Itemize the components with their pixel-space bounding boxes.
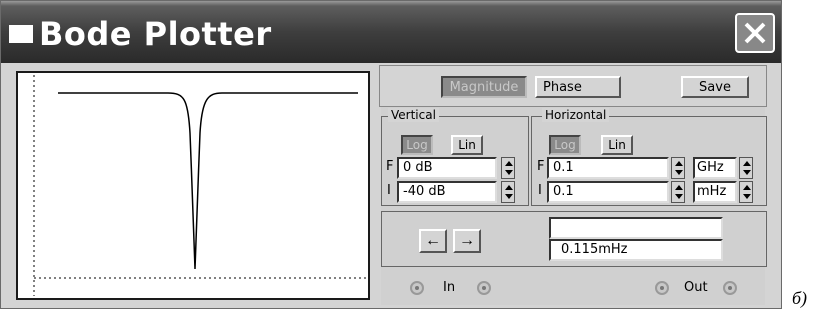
figure-caption: б) [792,288,808,308]
bode-curve [33,75,366,296]
vertical-log-button[interactable]: Log [401,135,433,155]
horizontal-initial-letter: I [538,183,542,198]
vertical-lin-button[interactable]: Lin [451,135,483,155]
horizontal-initial-unit[interactable]: mHz [693,181,737,203]
in-plus-terminal[interactable] [410,281,424,295]
horizontal-initial-field[interactable]: 0.1 [547,181,669,203]
magnitude-trace [58,92,358,270]
vertical-final-field[interactable]: 0 dB [397,157,497,179]
phase-button[interactable]: Phase [535,76,621,98]
vertical-label: Vertical [388,108,439,122]
vertical-initial-letter: I [387,183,391,198]
readout-frequency-field: 0.115mHz [549,239,723,261]
out-label: Out [684,280,708,295]
arrow-left-icon: ← [425,232,441,249]
magnitude-button[interactable]: Magnitude [441,76,527,98]
cursor-left-button[interactable]: ← [419,229,447,253]
title-bar[interactable]: Bode Plotter [1,1,781,63]
horizontal-lin-button[interactable]: Lin [601,135,633,155]
window-title: Bode Plotter [39,15,272,53]
horizontal-final-spinner[interactable] [671,157,685,179]
close-button[interactable] [735,13,775,53]
horizontal-final-letter: F [537,159,545,174]
vertical-final-spinner[interactable] [501,157,515,179]
out-plus-terminal[interactable] [655,281,669,295]
close-icon [744,22,766,44]
readout-value-field [549,217,723,239]
window-icon [9,25,33,43]
vertical-initial-spinner[interactable] [501,181,515,203]
horizontal-initial-unit-spinner[interactable] [739,181,753,203]
vertical-final-letter: F [386,159,394,174]
save-button[interactable]: Save [681,76,749,98]
horizontal-final-unit-spinner[interactable] [739,157,753,179]
horizontal-final-unit[interactable]: GHz [693,157,737,179]
in-label: In [443,280,456,295]
out-minus-terminal[interactable] [723,281,737,295]
bode-plot-display [16,71,370,300]
bode-plotter-window: Bode Plotter Magnitude Phase Save Vertic… [0,0,782,309]
horizontal-log-button[interactable]: Log [549,135,581,155]
horizontal-final-field[interactable]: 0.1 [547,157,669,179]
in-minus-terminal[interactable] [477,281,491,295]
horizontal-initial-spinner[interactable] [671,181,685,203]
cursor-right-button[interactable]: → [453,229,481,253]
vertical-initial-field[interactable]: -40 dB [397,181,497,203]
horizontal-label: Horizontal [542,108,610,122]
arrow-right-icon: → [459,232,475,249]
